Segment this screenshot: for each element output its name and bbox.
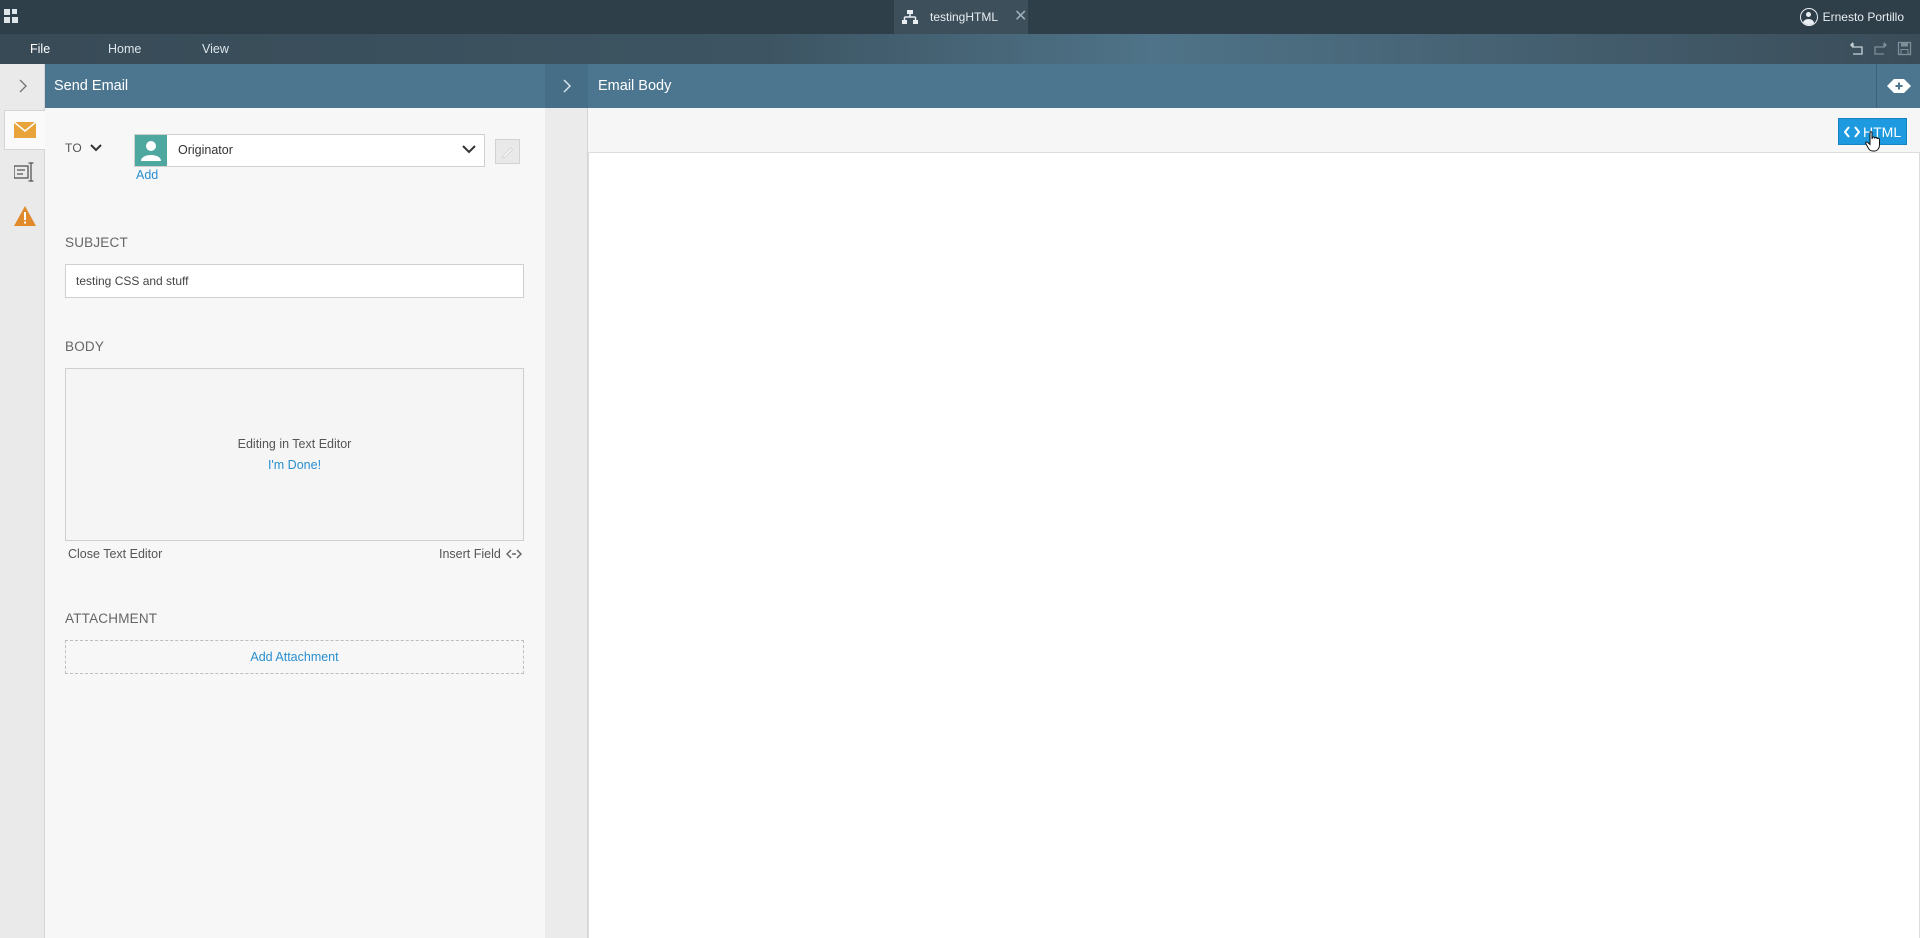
pencil-icon [501, 147, 514, 159]
user-menu[interactable]: Ernesto Portillo [1799, 0, 1904, 34]
panel-splitter[interactable] [545, 64, 588, 938]
warning-icon [13, 206, 36, 226]
hand-pointer-icon [1865, 131, 1880, 152]
insert-field-button[interactable]: Insert Field [439, 547, 522, 561]
expand-icon [1886, 79, 1911, 93]
recipient-value: Originator [178, 143, 233, 157]
email-body-toolbar: HTML [588, 108, 1920, 153]
send-email-panel: Send Email TO Originator Add SUBJECT BOD… [45, 64, 545, 938]
menu-file[interactable]: File [30, 34, 50, 64]
body-editor-box: Editing in Text Editor I'm Done! [65, 368, 524, 541]
expand-button[interactable] [1876, 64, 1920, 108]
menu-home[interactable]: Home [108, 34, 141, 64]
rail-toggle[interactable] [0, 64, 45, 108]
top-bar: testingHTML ✕ Ernesto Portillo [0, 0, 1920, 34]
menu-bar: File Home View [0, 34, 1920, 64]
im-done-link[interactable]: I'm Done! [66, 458, 523, 472]
email-body-header: Email Body [588, 64, 1920, 108]
attachment-label: ATTACHMENT [65, 611, 158, 626]
body-label: BODY [65, 339, 105, 354]
to-label: TO [65, 141, 82, 155]
rail-tab-warning[interactable] [4, 196, 45, 236]
document-tab[interactable]: testingHTML ✕ [894, 0, 1028, 34]
recipient-dropdown[interactable]: Originator [134, 134, 485, 167]
code-icon [1844, 125, 1860, 138]
splitter-toggle[interactable] [545, 64, 588, 108]
close-icon[interactable]: ✕ [1014, 9, 1027, 25]
form-field-icon [13, 162, 33, 182]
email-icon [14, 122, 36, 138]
chevron-down-icon [90, 144, 102, 152]
subject-input[interactable] [65, 264, 524, 298]
rail-tab-email[interactable] [4, 110, 45, 150]
undo-icon[interactable] [1849, 41, 1864, 56]
redo-icon[interactable] [1873, 41, 1888, 56]
menu-tools [1849, 41, 1912, 56]
menu-view[interactable]: View [202, 34, 229, 64]
add-recipient-link[interactable]: Add [136, 168, 158, 182]
user-circle-icon [1799, 8, 1818, 26]
save-icon[interactable] [1897, 41, 1912, 56]
to-type-selector[interactable]: TO [65, 141, 102, 155]
recipient-user-tile [135, 135, 167, 166]
insert-field-icon [505, 549, 522, 559]
chevron-right-icon [19, 79, 27, 93]
close-text-editor-link[interactable]: Close Text Editor [68, 547, 162, 561]
email-body-canvas[interactable] [588, 153, 1920, 938]
user-name: Ernesto Portillo [1822, 10, 1904, 24]
workflow-icon [902, 10, 918, 24]
insert-field-label: Insert Field [439, 547, 501, 561]
add-attachment-button[interactable]: Add Attachment [65, 640, 524, 674]
app-grid-icon[interactable] [4, 9, 20, 25]
icon-rail [0, 64, 45, 938]
chevron-right-icon [562, 79, 571, 93]
rail-tab-form[interactable] [4, 152, 45, 192]
email-body-title: Email Body [598, 78, 672, 94]
document-tab-title: testingHTML [930, 10, 999, 24]
user-icon [141, 141, 161, 161]
body-editor-status: Editing in Text Editor [237, 437, 352, 451]
edit-recipient-button[interactable] [495, 139, 520, 164]
chevron-down-icon [462, 145, 476, 154]
subject-label: SUBJECT [65, 235, 128, 250]
email-body-area: Email Body HTML [588, 64, 1920, 938]
panel-title: Send Email [45, 64, 545, 108]
